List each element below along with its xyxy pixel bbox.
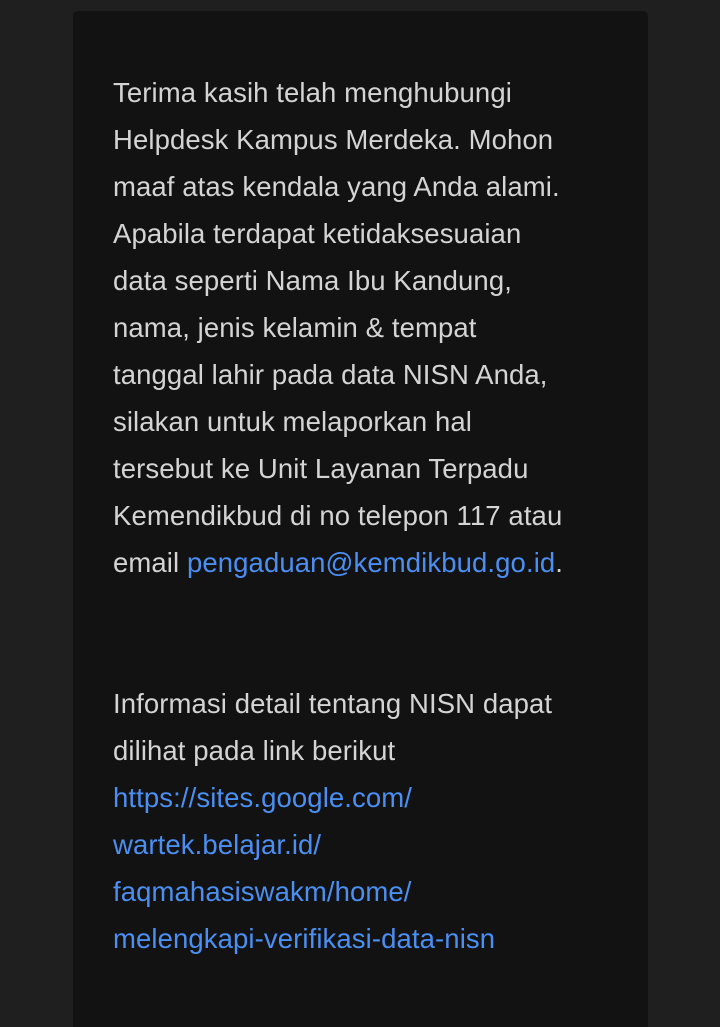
message-line: data seperti Nama Ibu Kandung, [113,265,512,296]
message-line: tanggal lahir pada data NISN Anda, [113,359,548,390]
email-line: email pengaduan@kemdikbud.go.id. [113,539,623,586]
email-prefix: email [113,547,187,578]
message-line: nama, jenis kelamin & tempat [113,312,477,343]
message-card: Terima kasih telah menghubungi Helpdesk … [73,11,648,1027]
message-line: Terima kasih telah menghubungi [113,77,512,108]
message-line: Informasi detail tentang NISN dapat [113,688,553,719]
message-line: silakan untuk melaporkan hal [113,406,472,437]
message-line: dilihat pada link berikut [113,735,396,766]
message-line: tersebut ke Unit Layanan Terpadu [113,453,529,484]
message-paragraph-2: Informasi detail tentang NISN dapat dili… [113,680,623,962]
message-line: Apabila terdapat ketidaksesuaian [113,218,522,249]
message-line: Helpdesk Kampus Merdeka. Mohon [113,124,554,155]
message-paragraph-1: Terima kasih telah menghubungi Helpdesk … [113,69,623,586]
nisn-info-link[interactable]: https://sites.google.com/ [113,774,623,821]
message-line: maaf atas kendala yang Anda alami. [113,171,560,202]
email-suffix: . [555,547,564,578]
message-line: Kemendikbud di no telepon 117 atau [113,500,563,531]
nisn-info-link[interactable]: wartek.belajar.id/ [113,821,623,868]
email-link[interactable]: pengaduan@kemdikbud.go.id [187,547,555,578]
nisn-info-link[interactable]: melengkapi-verifikasi-data-nisn [113,915,623,962]
screen: Terima kasih telah menghubungi Helpdesk … [0,0,720,1027]
nisn-info-link[interactable]: faqmahasiswakm/home/ [113,868,623,915]
